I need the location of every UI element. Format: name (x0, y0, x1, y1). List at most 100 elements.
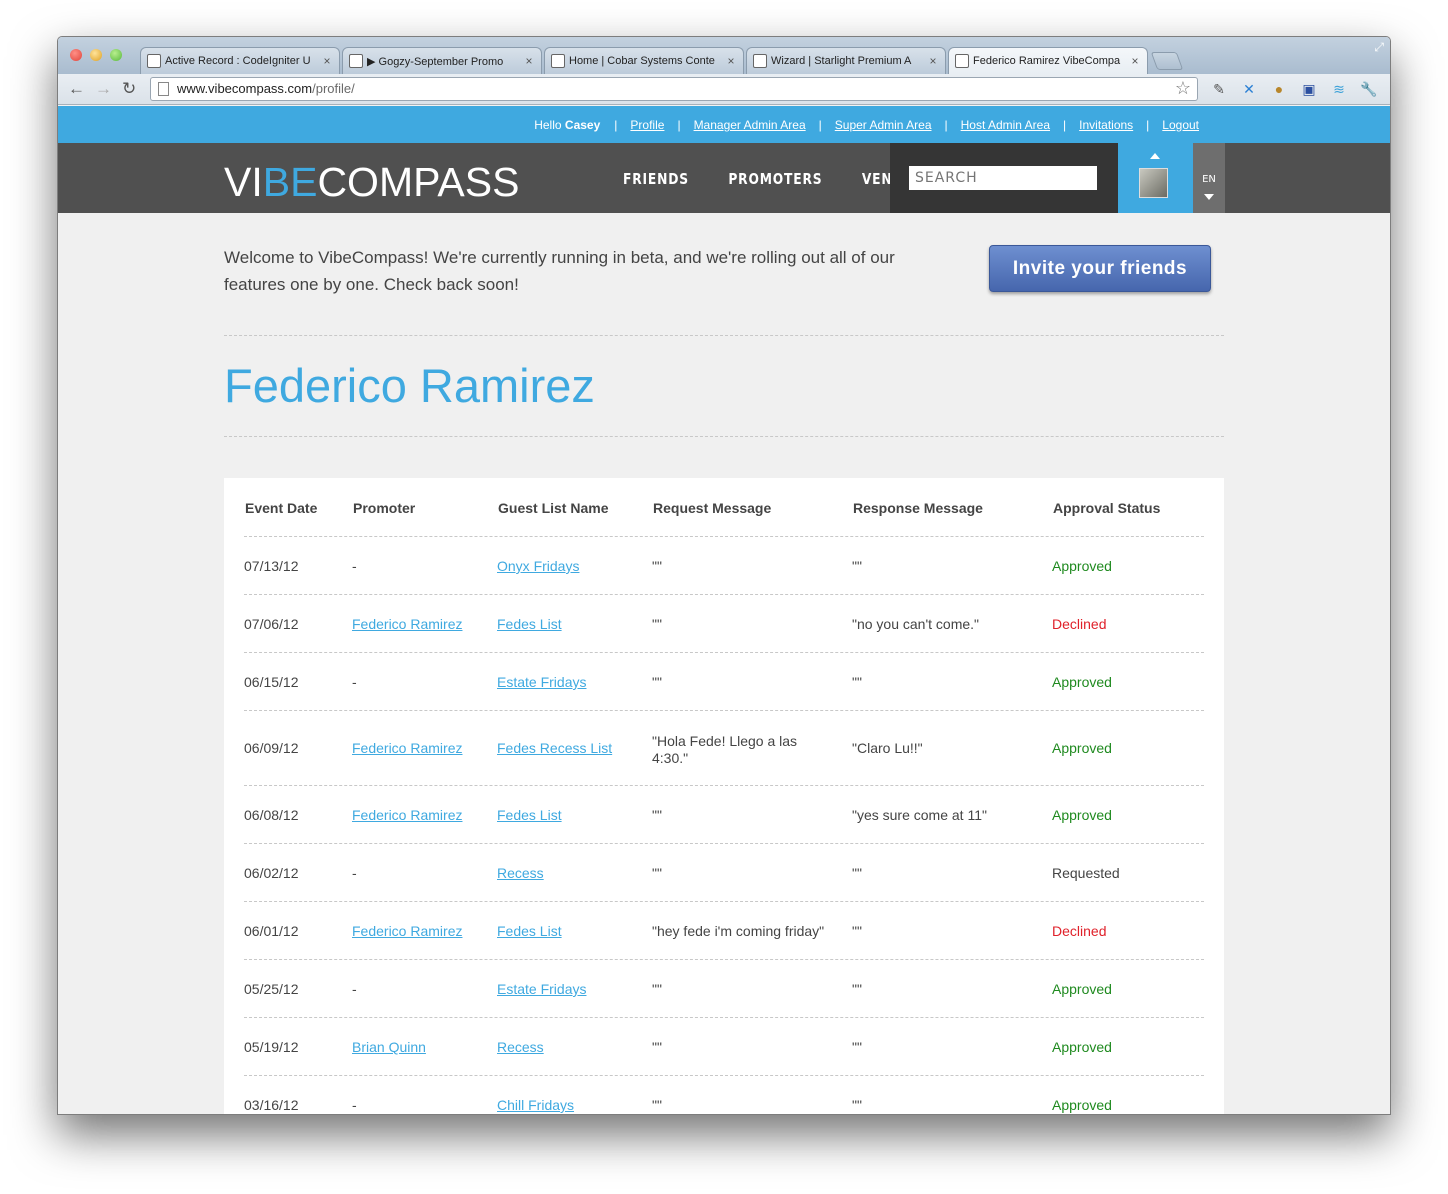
cell-request-message: "" (652, 865, 832, 882)
minimize-window-button[interactable] (90, 49, 102, 61)
cell-event-date: 06/09/12 (244, 740, 299, 757)
language-selector[interactable]: EN (1193, 143, 1225, 213)
user-menu[interactable] (1118, 143, 1193, 213)
guest-list-name-link[interactable]: Recess (497, 865, 544, 881)
flag-extension-icon[interactable]: ▣ (1300, 80, 1318, 98)
cell-request-message: "hey fede i'm coming friday" (652, 923, 832, 940)
promoter-link[interactable]: Federico Ramirez (352, 923, 462, 939)
table-row: 05/19/12 Brian Quinn Recess "" "" Approved (244, 1018, 1204, 1076)
cell-response-message: "" (852, 981, 862, 998)
tab-close-icon[interactable]: × (321, 54, 333, 68)
tab-close-icon[interactable]: × (725, 54, 737, 68)
user-links: Hello Casey | Profile | Manager Admin Area |… (534, 118, 1199, 132)
back-arrow-icon[interactable]: ← (68, 79, 85, 99)
tab-close-icon[interactable]: × (523, 54, 535, 68)
cell-guest-list-name: Onyx Fridays (497, 558, 579, 575)
divider (224, 436, 1224, 437)
address-bar[interactable]: www.vibecompass.com/profile/ ☆ (150, 77, 1198, 101)
event-date-text: 06/02/12 (244, 865, 299, 881)
cell-guest-list-name: Fedes List (497, 923, 562, 940)
vibecompass-icon (955, 54, 969, 68)
cell-promoter: Federico Ramirez (352, 807, 462, 824)
table-row: 05/25/12 - Estate Fridays "" "" Approved (244, 960, 1204, 1018)
zoom-window-button[interactable] (110, 49, 122, 61)
promoter-link[interactable]: Federico Ramirez (352, 807, 462, 823)
browser-tab[interactable]: Active Record : CodeIgniter U × (140, 47, 340, 74)
bookmark-star-icon[interactable]: ☆ (1175, 77, 1191, 99)
column-header: Event Date (245, 500, 318, 516)
cookie-extension-icon[interactable]: ● (1270, 80, 1288, 98)
cell-approval-status: Approved (1052, 1039, 1112, 1056)
nav-friends[interactable]: FRIENDS (623, 170, 689, 188)
cell-promoter: Federico Ramirez (352, 923, 462, 940)
search-input[interactable] (909, 166, 1097, 190)
table-row: 06/15/12 - Estate Fridays "" "" Approved (244, 653, 1204, 711)
welcome-message: Welcome to VibeCompass! We're currently … (224, 248, 895, 294)
cell-response-message: "" (852, 674, 862, 691)
cell-response-message: "" (852, 1039, 862, 1056)
request-message-text: "Hola Fede! Llego a las 4:30." (652, 733, 798, 766)
cell-event-date: 06/02/12 (244, 865, 299, 882)
close-window-button[interactable] (70, 49, 82, 61)
browser-tabs: Active Record : CodeIgniter U × ▶ Gogzy-Se… (140, 47, 1184, 74)
browser-tab[interactable]: ▶ Gogzy-September Promo × (342, 47, 542, 74)
request-message-text: "" (652, 865, 662, 881)
response-message-text: "" (852, 674, 862, 690)
wave-extension-icon[interactable]: ≋ (1330, 80, 1348, 98)
guest-list-name-link[interactable]: Fedes List (497, 923, 562, 939)
promoter-link[interactable]: Federico Ramirez (352, 740, 462, 756)
wrench-icon[interactable]: 🔧 (1360, 80, 1378, 98)
reload-icon[interactable]: ↻ (122, 79, 136, 99)
soundcloud-icon (349, 54, 363, 68)
promoter-text: - (352, 1097, 357, 1113)
userbar-link-manager-admin-area[interactable]: Manager Admin Area (694, 118, 806, 132)
forward-arrow-icon[interactable]: → (95, 79, 112, 99)
new-tab-button[interactable] (1150, 52, 1184, 70)
web-page: Hello Casey | Profile | Manager Admin Area |… (58, 106, 1390, 1114)
guest-list-name-link[interactable]: Estate Fridays (497, 674, 586, 690)
status-badge: Approved (1052, 740, 1112, 756)
promoter-link[interactable]: Brian Quinn (352, 1039, 426, 1055)
guest-list-table: Event Date Promoter Guest List Name Request… (224, 478, 1224, 1114)
tab-close-icon[interactable]: × (927, 54, 939, 68)
butterfly-extension-icon[interactable]: ✕ (1240, 80, 1258, 98)
pen-extension-icon[interactable]: ✎ (1210, 80, 1228, 98)
cell-response-message: "" (852, 558, 862, 575)
promoter-link[interactable]: Federico Ramirez (352, 616, 462, 632)
cell-response-message: "yes sure come at 11" (852, 807, 987, 824)
guest-list-name-link[interactable]: Fedes Recess List (497, 740, 612, 756)
invite-friends-button[interactable]: Invite your friends (989, 245, 1211, 292)
nav-promoters[interactable]: PROMOTERS (728, 170, 822, 188)
tab-title: Home | Cobar Systems Conte (569, 55, 715, 67)
userbar-link-super-admin-area[interactable]: Super Admin Area (835, 118, 932, 132)
userbar-link-host-admin-area[interactable]: Host Admin Area (961, 118, 1050, 132)
browser-tab[interactable]: Wizard | Starlight Premium A × (746, 47, 946, 74)
userbar-link-invitations[interactable]: Invitations (1079, 118, 1133, 132)
guest-list-name-link[interactable]: Fedes List (497, 616, 562, 632)
promoter-text: - (352, 865, 357, 881)
fullscreen-icon[interactable]: ⤢ (1374, 40, 1384, 55)
guest-list-name-link[interactable]: Fedes List (497, 807, 562, 823)
browser-tab[interactable]: Federico Ramirez VibeCompa × (948, 47, 1148, 74)
userbar-link-profile[interactable]: Profile (630, 118, 664, 132)
search-area (890, 143, 1118, 213)
event-date-text: 07/13/12 (244, 558, 299, 574)
tab-close-icon[interactable]: × (1129, 54, 1141, 68)
column-header: Approval Status (1053, 500, 1161, 516)
caret-up-icon (1150, 153, 1160, 159)
guest-list-name-link[interactable]: Recess (497, 1039, 544, 1055)
guest-list-name-link[interactable]: Estate Fridays (497, 981, 586, 997)
cell-request-message: "" (652, 558, 832, 575)
avatar[interactable] (1139, 168, 1168, 198)
promoter-text: - (352, 558, 357, 574)
guest-list-name-link[interactable]: Chill Fridays (497, 1097, 574, 1113)
cell-guest-list-name: Estate Fridays (497, 674, 586, 691)
vibecompass-logo[interactable]: VIBECOMPASS (224, 159, 519, 206)
event-date-text: 06/01/12 (244, 923, 299, 939)
browser-tab[interactable]: Home | Cobar Systems Conte × (544, 47, 744, 74)
guest-list-name-link[interactable]: Onyx Fridays (497, 558, 579, 574)
userbar-link-logout[interactable]: Logout (1162, 118, 1199, 132)
cell-event-date: 03/16/12 (244, 1097, 299, 1114)
cell-approval-status: Declined (1052, 616, 1106, 633)
cell-promoter: Brian Quinn (352, 1039, 426, 1056)
